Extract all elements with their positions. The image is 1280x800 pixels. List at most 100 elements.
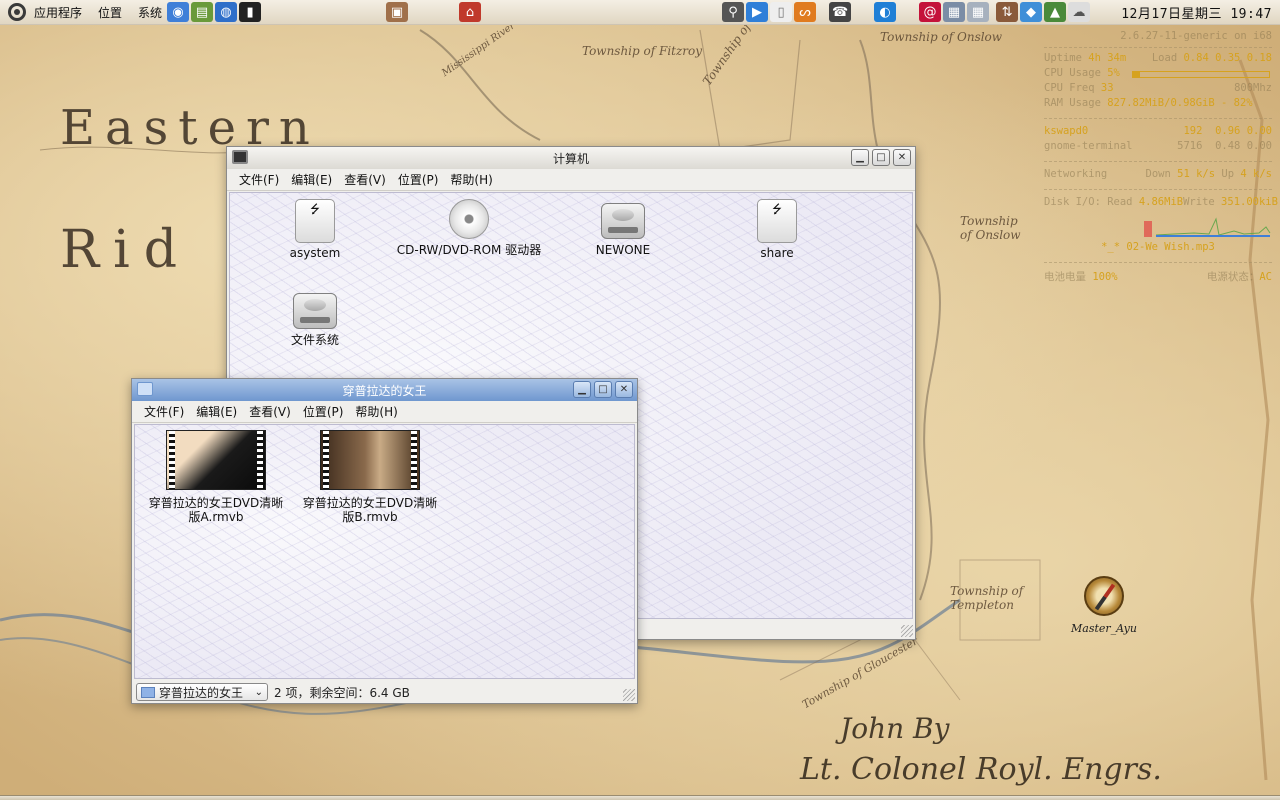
maximize-button[interactable]: □ xyxy=(594,381,612,398)
terminal-launcher-icon[interactable]: ▮ xyxy=(239,2,262,22)
drive-asystem[interactable]: asystem xyxy=(240,199,390,260)
conky-disk-write-line xyxy=(1155,217,1271,236)
map-label-riding: Rid xyxy=(60,220,192,280)
hard-disk-icon xyxy=(601,203,645,239)
conky-proc1: kswapd0 xyxy=(1044,125,1089,137)
bottom-panel xyxy=(0,795,1280,800)
browser-launcher-icon[interactable]: ◍ xyxy=(215,2,238,22)
menu-view[interactable]: 查看(V) xyxy=(243,403,297,420)
conky-net-label: Networking xyxy=(1044,168,1108,180)
desktop-effects-launcher-icon[interactable]: ◐ xyxy=(874,2,897,22)
folder-icon xyxy=(137,382,153,396)
folder-menubar: 文件(F) 编辑(E) 查看(V) 位置(P) 帮助(H) xyxy=(132,401,637,423)
conky-net-down: 51 k/s xyxy=(1177,168,1216,180)
home-folder-launcher-icon[interactable]: ⌂ xyxy=(459,2,482,22)
phone-launcher-icon[interactable]: ☎ xyxy=(829,2,852,22)
folder-resize-grip[interactable] xyxy=(623,689,635,701)
conky-cpu-bar-fill xyxy=(1133,72,1140,77)
optical-drive-icon xyxy=(449,199,489,239)
conky-net-up-label: Up xyxy=(1221,168,1235,180)
tray-update-icon[interactable]: ▲ xyxy=(1044,2,1067,22)
books-launcher-icon[interactable]: ▤ xyxy=(191,2,214,22)
status-text: 2 项，剩余空间：6.4 GB xyxy=(274,685,410,700)
conky-disk-write: 351.00kiB xyxy=(1221,196,1278,208)
debian-launcher-icon[interactable]: @ xyxy=(919,2,942,22)
menu-help[interactable]: 帮助(H) xyxy=(349,403,403,420)
location-dropdown-label: 穿普拉达的女王 xyxy=(159,685,244,700)
conky-uptime: 4h 34m xyxy=(1088,52,1127,64)
map-signature-1: John By xyxy=(840,712,950,745)
conky-proc1-vals: 0.96 0.00 xyxy=(1215,125,1272,137)
conky-battery: 100% xyxy=(1092,271,1118,283)
drive-newone[interactable]: NEWONE xyxy=(548,199,698,257)
folder-window-title: 穿普拉达的女王 xyxy=(342,383,427,398)
conky-cpu-bar xyxy=(1132,71,1270,78)
menu-places[interactable]: 位置 xyxy=(94,0,126,25)
menu-edit[interactable]: 编辑(E) xyxy=(285,171,338,188)
chat-worm-launcher-icon[interactable]: ᔕ xyxy=(794,2,817,22)
computer-monitor-icon xyxy=(232,150,248,164)
tray-weather-icon[interactable]: ☁ xyxy=(1068,2,1091,22)
menu-view[interactable]: 查看(V) xyxy=(338,171,392,188)
computer-resize-grip[interactable] xyxy=(901,625,913,637)
menu-go[interactable]: 位置(P) xyxy=(392,171,445,188)
menu-go[interactable]: 位置(P) xyxy=(297,403,350,420)
conky-freq: 33 xyxy=(1100,82,1114,94)
workspace-switcher-2-icon[interactable]: ▦ xyxy=(967,2,990,22)
menu-applications[interactable]: 应用程序 xyxy=(30,0,86,25)
video-file-b[interactable]: 穿普拉达的女王DVD清晰版B.rmvb xyxy=(295,430,445,524)
conky-net-down-label: Down xyxy=(1145,168,1171,180)
hard-disk-icon xyxy=(293,293,337,329)
desktop-icon-master-ayu[interactable]: Master_Ayu xyxy=(1066,576,1142,635)
image-viewer-launcher-icon[interactable]: ▣ xyxy=(386,2,409,22)
messenger-launcher-icon[interactable]: ◉ xyxy=(167,2,190,22)
video-thumbnail-a xyxy=(166,430,266,490)
drive-share[interactable]: share xyxy=(702,199,852,260)
video-thumbnail-b xyxy=(320,430,420,490)
conky-battery-label: 电池电量 xyxy=(1044,271,1086,283)
chevron-down-icon: ⌄ xyxy=(254,686,263,698)
desktop-icon-label: Master_Ayu xyxy=(1071,622,1137,635)
tray-network-icon[interactable]: ⇅ xyxy=(996,2,1019,22)
computer-menubar: 文件(F) 编辑(E) 查看(V) 位置(P) 帮助(H) xyxy=(227,169,915,191)
location-dropdown[interactable]: 穿普拉达的女王 ⌄ xyxy=(136,683,268,701)
menu-system[interactable]: 系统 xyxy=(134,0,166,25)
minimize-button[interactable]: ▁ xyxy=(573,381,591,398)
conky-load-label: Load xyxy=(1151,52,1178,64)
conky-proc2-pid: 5716 xyxy=(1177,140,1203,152)
minimize-button[interactable]: ▁ xyxy=(851,149,869,166)
conky-freq-label: CPU Freq xyxy=(1044,82,1095,94)
magnifier-launcher-icon[interactable]: ⚲ xyxy=(722,2,745,22)
ubuntu-logo-icon[interactable] xyxy=(8,3,26,21)
drive-cdrom[interactable]: CD-RW/DVD-ROM 驱动器 xyxy=(394,199,544,257)
top-panel: 应用程序 位置 系统 ◉ ▤ ◍ ▮ ▣ ⌂ ⚲ ▶ ▯ ᔕ ☎ ◐ @ ▦ ▦… xyxy=(0,0,1280,25)
folder-statusbar: 穿普拉达的女王 ⌄ 2 项，剩余空间：6.4 GB xyxy=(132,681,637,703)
conky-load: 0.84 0.35 0.18 xyxy=(1183,52,1272,64)
media-player-launcher-icon[interactable]: ▶ xyxy=(746,2,769,22)
folder-content: 穿普拉达的女王DVD清晰版A.rmvb 穿普拉达的女王DVD清晰版B.rmvb xyxy=(134,424,635,679)
conky-host: 2.6.27-11-generic on i68 xyxy=(1120,30,1272,42)
menu-edit[interactable]: 编辑(E) xyxy=(190,403,243,420)
folder-window-titlebar[interactable]: 穿普拉达的女王 ▁ □ ✕ xyxy=(132,379,637,401)
menu-file[interactable]: 文件(F) xyxy=(138,403,190,420)
map-label-templeton: Township of Templeton xyxy=(950,584,1024,612)
tray-dropbox-icon[interactable]: ◆ xyxy=(1020,2,1043,22)
drive-filesystem[interactable]: 文件系统 xyxy=(240,289,390,347)
close-button[interactable]: ✕ xyxy=(893,149,911,166)
video-file-a[interactable]: 穿普拉达的女王DVD清晰版A.rmvb xyxy=(141,430,291,524)
conky-proc1-pid: 192 xyxy=(1183,125,1203,137)
menu-file[interactable]: 文件(F) xyxy=(233,171,285,188)
panel-clock[interactable]: 12月17日星期三 19:47 xyxy=(1121,3,1280,22)
conky-disk-write-label: Write xyxy=(1183,196,1215,208)
menu-help[interactable]: 帮助(H) xyxy=(444,171,498,188)
conky-song: *_* 02-We Wish.mp3 xyxy=(1101,241,1215,253)
usb-drive-icon xyxy=(295,199,335,243)
close-button[interactable]: ✕ xyxy=(615,381,633,398)
map-label-fitzroy: Township of Fitzroy xyxy=(582,44,703,58)
workspace-switcher-icon[interactable]: ▦ xyxy=(943,2,966,22)
notes-launcher-icon[interactable]: ▯ xyxy=(770,2,793,22)
computer-window-titlebar[interactable]: 计算机 ▁ □ ✕ xyxy=(227,147,915,169)
folder-window[interactable]: 穿普拉达的女王 ▁ □ ✕ 文件(F) 编辑(E) 查看(V) 位置(P) 帮助… xyxy=(131,378,638,704)
maximize-button[interactable]: □ xyxy=(872,149,890,166)
conky-cpu: 5% xyxy=(1107,67,1120,79)
